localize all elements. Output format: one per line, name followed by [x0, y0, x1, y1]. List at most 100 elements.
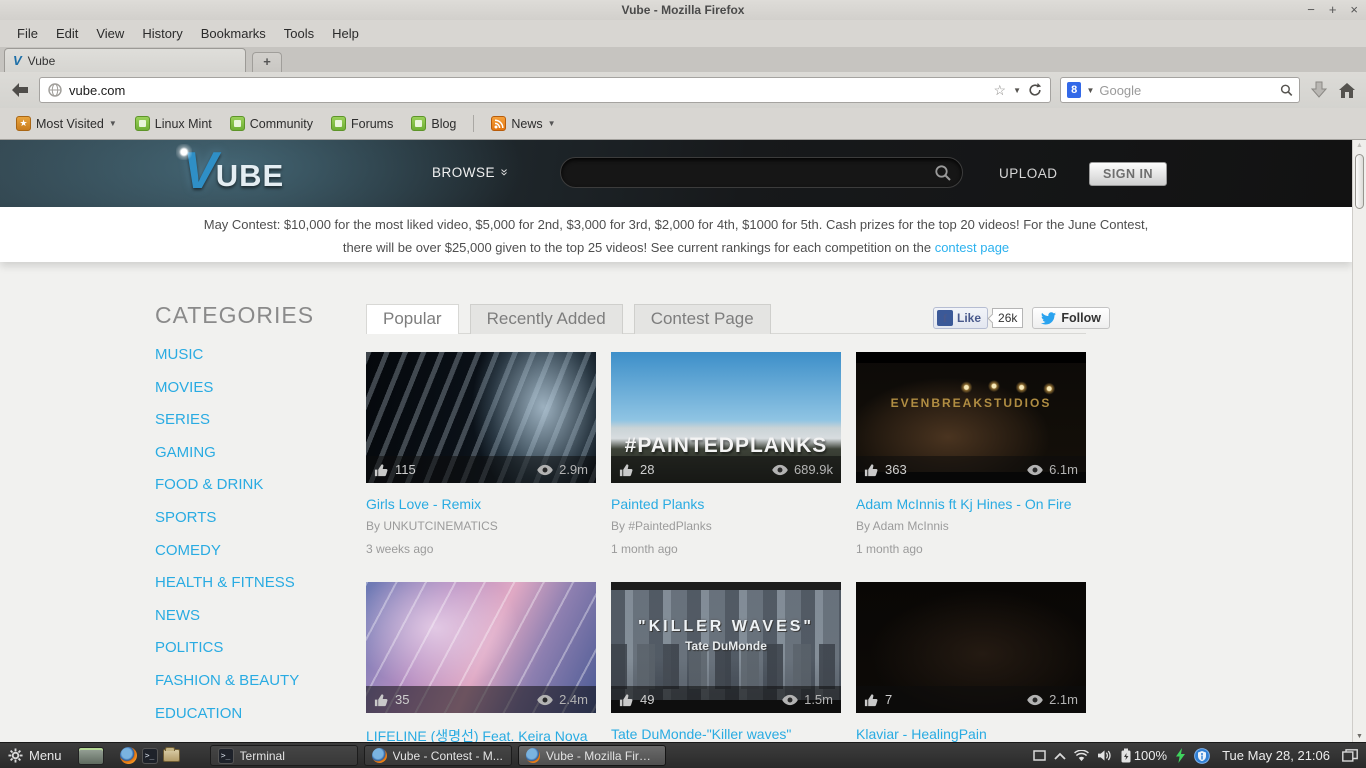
show-desktop-button[interactable]	[78, 747, 104, 765]
files-launcher-icon[interactable]	[163, 749, 180, 762]
scrollbar-up-arrow[interactable]: ▲	[1356, 142, 1363, 149]
category-movies[interactable]: MOVIES	[155, 379, 213, 396]
bookmark-community[interactable]: Community	[222, 113, 321, 134]
category-fashion-beauty[interactable]: FASHION & BEAUTY	[155, 672, 299, 689]
chevron-up-icon[interactable]	[1054, 752, 1066, 760]
site-search-input[interactable]	[561, 165, 924, 180]
volume-icon[interactable]	[1097, 749, 1112, 762]
twitter-follow-button[interactable]: Follow	[1032, 307, 1110, 329]
site-search-button[interactable]	[924, 158, 962, 187]
category-food-drink[interactable]: FOOD & DRINK	[155, 476, 263, 493]
category-politics[interactable]: POLITICS	[155, 639, 223, 656]
new-tab-button[interactable]: +	[252, 52, 282, 72]
url-dropdown-icon[interactable]: ▼	[1013, 86, 1021, 95]
workspace-switcher-icon[interactable]	[1342, 749, 1358, 762]
scrollbar-down-arrow[interactable]: ▼	[1356, 733, 1363, 740]
url-bar[interactable]: vube.com ☆ ▼	[39, 77, 1051, 103]
minimize-button[interactable]: −	[1307, 0, 1315, 20]
home-button[interactable]	[1338, 82, 1356, 99]
tab-popular[interactable]: Popular	[366, 304, 459, 334]
video-age: 3 weeks ago	[366, 542, 596, 556]
bookmark-blog[interactable]: Blog	[403, 113, 464, 134]
video-thumbnail[interactable]: #PAINTEDPLANKS 28 689.9k	[611, 352, 841, 483]
linux-mint-icon	[331, 116, 346, 131]
bookmark-news[interactable]: News ▼	[483, 113, 563, 134]
video-thumbnail[interactable]: EVENBREAKSTUDIOS 363 6.1m	[856, 352, 1086, 483]
video-thumbnail[interactable]: 35 2.4m	[366, 582, 596, 713]
browse-menu[interactable]: BROWSE »	[432, 165, 509, 180]
category-music[interactable]: MUSIC	[155, 346, 203, 363]
back-button[interactable]	[10, 82, 30, 98]
bookmark-star-icon[interactable]: ☆	[994, 82, 1007, 99]
video-thumbnail[interactable]: "KILLER WAVES" Tate DuMonde 49 1.5m	[611, 582, 841, 713]
maximize-button[interactable]: +	[1329, 0, 1337, 20]
scrollbar-thumb[interactable]	[1355, 154, 1364, 209]
tab-contest-page[interactable]: Contest Page	[634, 304, 771, 334]
reload-icon[interactable]	[1028, 83, 1042, 97]
facebook-icon: f	[937, 310, 953, 326]
taskbar-window-vube-active[interactable]: Vube - Mozilla Firefox	[518, 745, 666, 766]
upload-button[interactable]: UPLOAD	[999, 166, 1058, 181]
downloads-button[interactable]	[1309, 80, 1329, 100]
menu-help[interactable]: Help	[323, 22, 368, 45]
video-thumbnail[interactable]: 7 2.1m	[856, 582, 1086, 713]
category-education[interactable]: EDUCATION	[155, 705, 242, 722]
site-search-bar[interactable]	[560, 157, 963, 188]
firefox-launcher-icon[interactable]	[120, 747, 137, 764]
scrollbar[interactable]: ▲ ▼	[1352, 140, 1366, 742]
wifi-icon[interactable]	[1074, 750, 1089, 762]
menu-view[interactable]: View	[87, 22, 133, 45]
categories-heading: CATEGORIES	[155, 302, 314, 329]
browser-search-input[interactable]	[1099, 83, 1275, 98]
category-series[interactable]: SERIES	[155, 411, 210, 428]
menu-button[interactable]: Menu	[0, 743, 72, 768]
category-news[interactable]: NEWS	[155, 607, 200, 624]
category-sports[interactable]: SPORTS	[155, 509, 216, 526]
bookmark-linux-mint[interactable]: Linux Mint	[127, 113, 220, 134]
window-title: Vube - Mozilla Firefox	[0, 3, 1366, 17]
video-grid: 115 2.9m Girls Love - Remix By UNKUTCINE…	[366, 352, 1086, 742]
browser-tab-vube[interactable]: V Vube	[4, 48, 246, 72]
menu-edit[interactable]: Edit	[47, 22, 87, 45]
video-title-link[interactable]: LIFELINE (생명선) Feat. Keira Nova	[366, 726, 596, 742]
twitter-icon	[1041, 312, 1056, 325]
category-health-fitness[interactable]: HEALTH & FITNESS	[155, 574, 295, 591]
menu-history[interactable]: History	[133, 22, 191, 45]
menu-file[interactable]: File	[8, 22, 47, 45]
clock[interactable]: Tue May 28, 21:06	[1222, 748, 1330, 763]
vube-logo[interactable]: V UBE	[183, 148, 284, 196]
category-item: COMEDY	[155, 542, 299, 575]
search-icon[interactable]	[1280, 83, 1293, 97]
video-thumbnail[interactable]: 115 2.9m	[366, 352, 596, 483]
menu-bookmarks[interactable]: Bookmarks	[192, 22, 275, 45]
browser-search-bar[interactable]: 8 ▼	[1060, 77, 1300, 103]
category-comedy[interactable]: COMEDY	[155, 542, 221, 559]
sign-in-button[interactable]: SIGN IN	[1089, 162, 1167, 186]
bookmark-label: Linux Mint	[155, 117, 212, 131]
shield-update-icon[interactable]	[1194, 748, 1210, 764]
battery-indicator[interactable]: 100%	[1120, 748, 1167, 763]
battery-percent: 100%	[1134, 748, 1167, 763]
window-tray-icon[interactable]	[1033, 750, 1046, 761]
search-engine-dropdown-icon[interactable]: ▼	[1086, 86, 1094, 95]
facebook-like-button[interactable]: f Like	[933, 307, 988, 329]
chevron-down-icon: ▼	[109, 119, 117, 128]
contest-page-link[interactable]: contest page	[935, 240, 1009, 255]
chevron-down-icon: ▼	[548, 119, 556, 128]
taskbar-window-vube-contest[interactable]: Vube - Contest - M...	[364, 745, 512, 766]
video-title-link[interactable]: Girls Love - Remix	[366, 496, 596, 512]
video-title-link[interactable]: Painted Planks	[611, 496, 841, 512]
video-title-link[interactable]: Tate DuMonde-"Killer waves"	[611, 726, 841, 742]
video-age: 1 month ago	[611, 542, 841, 556]
menu-tools[interactable]: Tools	[275, 22, 323, 45]
video-title-link[interactable]: Adam McInnis ft Kj Hines - On Fire	[856, 496, 1086, 512]
terminal-launcher-icon[interactable]: >_	[142, 748, 158, 764]
category-gaming[interactable]: GAMING	[155, 444, 216, 461]
close-button[interactable]: ×	[1350, 0, 1358, 20]
tab-recently-added[interactable]: Recently Added	[470, 304, 623, 334]
bookmark-label: Blog	[431, 117, 456, 131]
bookmark-forums[interactable]: Forums	[323, 113, 401, 134]
taskbar-window-terminal[interactable]: >_ Terminal	[210, 745, 358, 766]
bookmark-most-visited[interactable]: ★ Most Visited ▼	[8, 113, 125, 134]
video-title-link[interactable]: Klaviar - HealingPain	[856, 726, 1086, 742]
